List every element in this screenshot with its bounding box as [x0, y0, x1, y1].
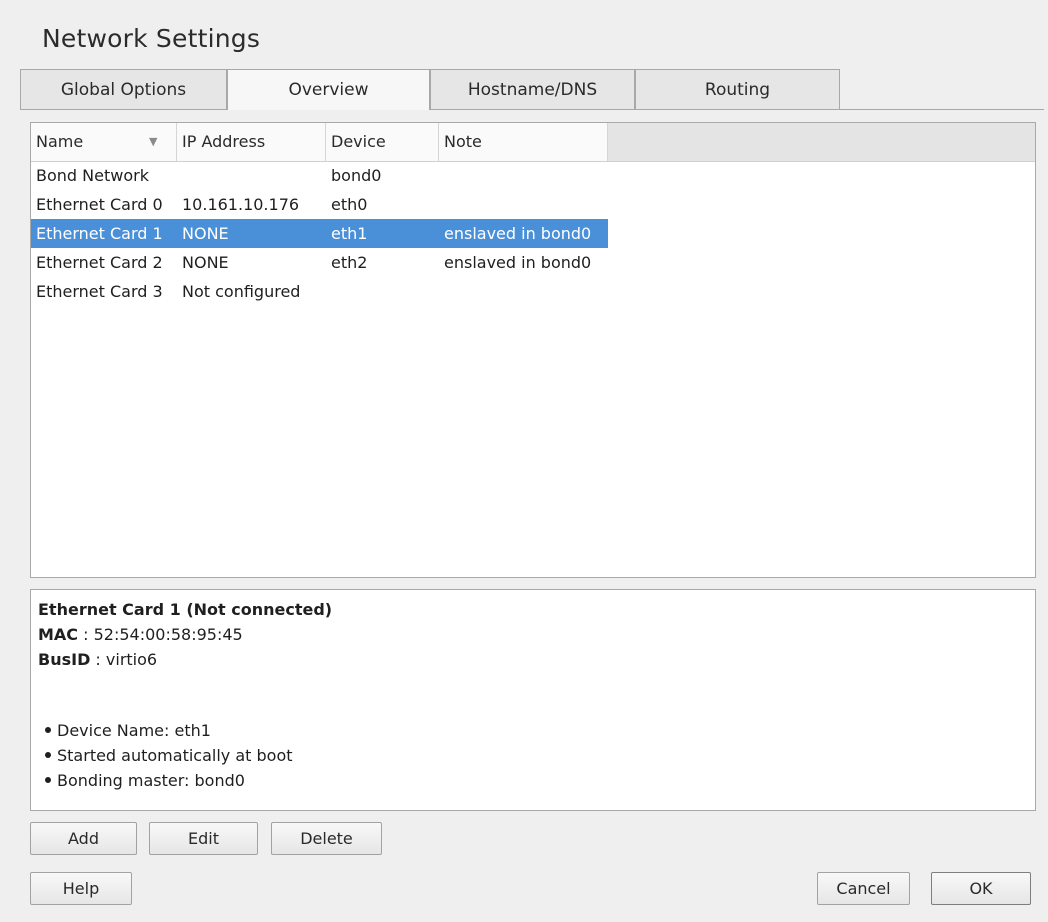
edit-button[interactable]: Edit [149, 822, 258, 855]
tab-divider [20, 109, 1044, 110]
table-row[interactable]: Ethernet Card 3 Not configured [31, 277, 608, 306]
details-panel: Ethernet Card 1 (Not connected) MAC : 52… [30, 589, 1036, 811]
cell-name: Ethernet Card 2 [36, 253, 163, 272]
help-button[interactable]: Help [30, 872, 132, 905]
details-bullet: Bonding master: bond0 [45, 771, 245, 790]
bullet-icon [45, 751, 51, 758]
cancel-button[interactable]: Cancel [817, 872, 910, 905]
cell-device: eth2 [331, 253, 368, 272]
column-header-device[interactable]: Device [326, 123, 439, 161]
tab-hostname-dns[interactable]: Hostname/DNS [430, 69, 635, 109]
cell-ip: Not configured [182, 282, 301, 301]
tab-routing[interactable]: Routing [635, 69, 840, 109]
cell-device: eth0 [331, 195, 368, 214]
bullet-icon [45, 776, 51, 783]
details-busid: BusID : virtio6 [38, 650, 158, 669]
column-header-note[interactable]: Note [439, 123, 608, 161]
bullet-icon [45, 726, 51, 733]
details-bullet: Started automatically at boot [45, 746, 293, 765]
tab-overview[interactable]: Overview [227, 69, 430, 110]
cell-name: Ethernet Card 3 [36, 282, 163, 301]
details-heading: Ethernet Card 1 (Not connected) [38, 600, 333, 619]
delete-button[interactable]: Delete [271, 822, 382, 855]
cell-ip: 10.161.10.176 [182, 195, 300, 214]
details-bullet: Device Name: eth1 [45, 721, 211, 740]
add-button[interactable]: Add [30, 822, 137, 855]
tab-global-options[interactable]: Global Options [20, 69, 227, 109]
cell-ip: NONE [182, 224, 229, 243]
cell-name: Ethernet Card 1 [36, 224, 163, 243]
table-row-selected[interactable]: Ethernet Card 1 NONE eth1 enslaved in bo… [31, 219, 608, 248]
table-row[interactable]: Ethernet Card 0 10.161.10.176 eth0 [31, 190, 608, 219]
tab-bar: Global Options Overview Hostname/DNS Rou… [20, 69, 1044, 110]
window-title: Network Settings [42, 24, 261, 53]
table-row[interactable]: Ethernet Card 2 NONE eth2 enslaved in bo… [31, 248, 608, 277]
cell-name: Ethernet Card 0 [36, 195, 163, 214]
details-mac: MAC : 52:54:00:58:95:45 [38, 625, 243, 644]
cell-note: enslaved in bond0 [444, 253, 592, 272]
cell-device: eth1 [331, 224, 368, 243]
cell-device: bond0 [331, 166, 382, 185]
interface-list[interactable]: Name ▼ IP Address Device Note Bond Netwo… [30, 122, 1036, 578]
table-header: Name ▼ IP Address Device Note [31, 123, 1035, 162]
chevron-down-icon[interactable]: ▼ [149, 123, 157, 161]
cell-note: enslaved in bond0 [444, 224, 592, 243]
cell-ip: NONE [182, 253, 229, 272]
column-header-name[interactable]: Name ▼ [31, 123, 177, 161]
cell-name: Bond Network [36, 166, 149, 185]
column-header-ip-address[interactable]: IP Address [177, 123, 326, 161]
table-row[interactable]: Bond Network bond0 [31, 161, 608, 190]
ok-button[interactable]: OK [931, 872, 1031, 905]
